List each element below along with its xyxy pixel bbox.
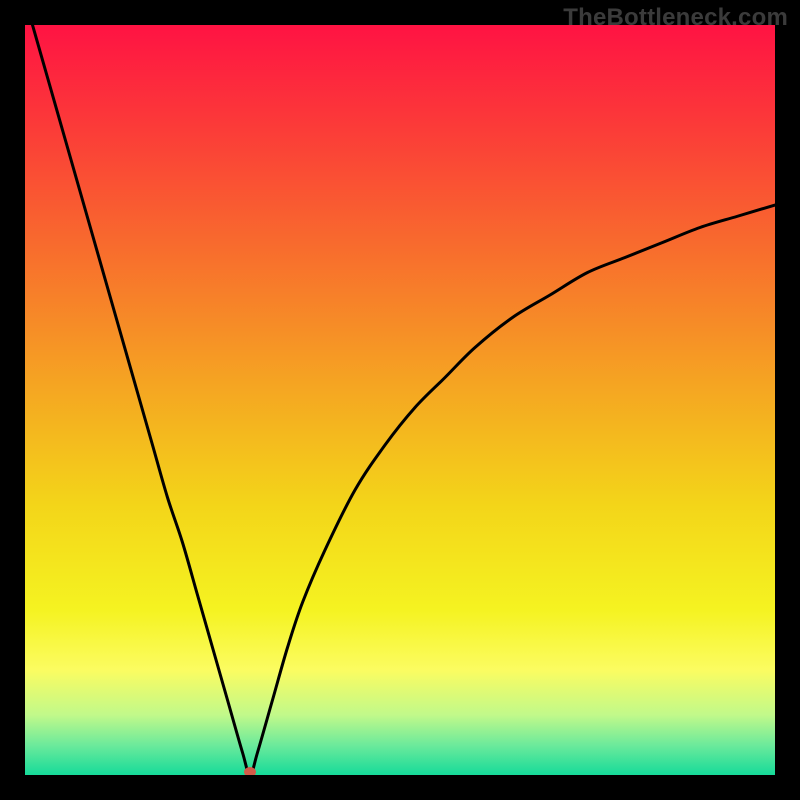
chart-svg xyxy=(25,25,775,775)
plot-area xyxy=(25,25,775,775)
background-gradient xyxy=(25,25,775,775)
chart-frame: TheBottleneck.com xyxy=(0,0,800,800)
